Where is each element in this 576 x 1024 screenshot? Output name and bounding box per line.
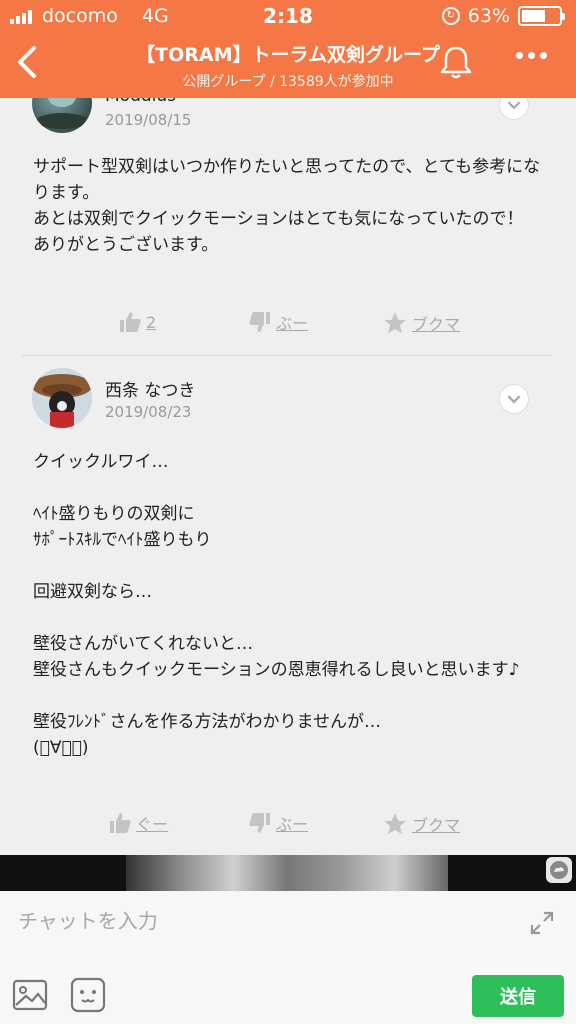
comment-body: クイックルワイ… ﾍｲﾄ盛りもりの双剣に ｻﾎﾟｰﾄｽｷﾙでﾍｲﾄ盛りもり 回避… <box>33 452 520 758</box>
like-count: 2 <box>146 312 157 332</box>
chat-input[interactable] <box>18 903 498 939</box>
comment-date: 2019/08/23 <box>105 403 192 421</box>
comment-author: 西条 なつき <box>105 381 196 401</box>
boo-label: ぶー <box>276 314 309 333</box>
battery-percent: 63% <box>467 5 510 27</box>
comment-body: サポート型双剣はいつか作りたいと思ってたので、とても参考になります。 あとは双剣… <box>33 157 541 255</box>
bookmark-label: ブクマ <box>412 315 461 334</box>
image-icon[interactable] <box>12 979 48 1011</box>
boo-button[interactable]: ぶー <box>248 310 308 334</box>
comment-item: 西条 なつき 2019/08/23 クイックルワイ… ﾍｲﾄ盛りもりの双剣に ｻ… <box>0 356 576 855</box>
thumbs-up-icon <box>110 813 131 833</box>
avatar[interactable] <box>32 368 92 428</box>
back-chevron-icon[interactable] <box>10 42 46 82</box>
boo-label: ぶー <box>276 815 309 834</box>
status-bar: docomo 4G 2:18 ↻ 63% <box>0 0 576 32</box>
header-bar: docomo 4G 2:18 ↻ 63% 【TORAM】トーラム双剣グループ 公… <box>0 0 576 98</box>
composer: 送信 <box>0 891 576 1024</box>
bookmark-button[interactable]: ブクマ <box>382 310 460 336</box>
more-options-icon[interactable] <box>516 52 547 59</box>
comment-item: Modulus 2019/08/15 サポート型双剣はいつか作りたいと思ってたの… <box>0 98 576 356</box>
comment-feed[interactable]: Modulus 2019/08/15 サポート型双剣はいつか作りたいと思ってたの… <box>0 98 576 855</box>
boo-button[interactable]: ぶー <box>248 811 308 835</box>
bookmark-button[interactable]: ブクマ <box>382 811 460 837</box>
sticker-icon[interactable] <box>70 977 106 1013</box>
battery-icon <box>518 6 565 26</box>
cloud-icon[interactable] <box>546 857 572 883</box>
ad-banner[interactable] <box>0 855 576 891</box>
like-label: ぐー <box>136 815 169 834</box>
orientation-lock-icon: ↻ <box>441 7 460 25</box>
thumbs-down-icon <box>249 312 270 332</box>
comment-date: 2019/08/15 <box>105 111 192 129</box>
banner-image <box>126 855 448 891</box>
send-button[interactable]: 送信 <box>472 975 564 1017</box>
star-icon <box>384 312 406 334</box>
like-button[interactable]: ぐー <box>108 811 168 835</box>
chevron-down-icon[interactable] <box>499 98 529 120</box>
chevron-down-icon[interactable] <box>499 384 529 414</box>
avatar[interactable] <box>32 98 92 133</box>
bookmark-label: ブクマ <box>412 816 461 835</box>
thumbs-down-icon <box>249 813 270 833</box>
thumbs-up-icon <box>120 312 141 332</box>
comment-author: Modulus <box>105 98 176 106</box>
star-icon <box>384 813 406 835</box>
bell-icon[interactable] <box>436 42 476 82</box>
expand-icon[interactable] <box>528 909 556 937</box>
like-button[interactable]: 2 <box>118 310 156 334</box>
